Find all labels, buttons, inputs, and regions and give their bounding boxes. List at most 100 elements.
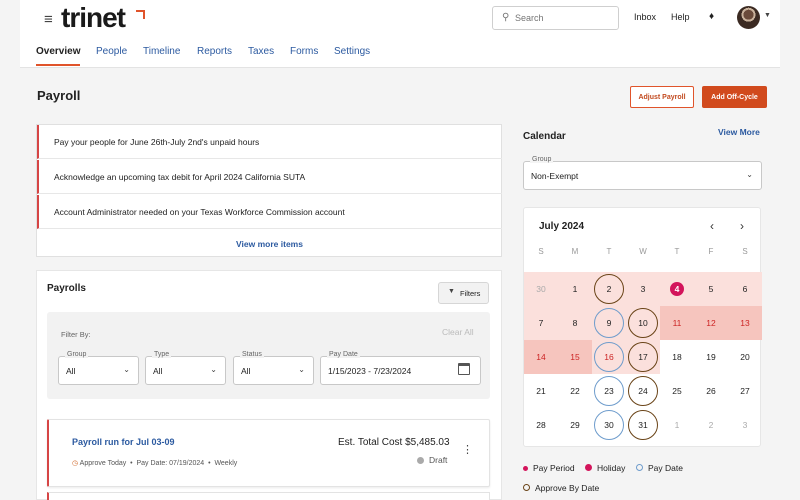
tab-reports[interactable]: Reports bbox=[197, 46, 232, 57]
calendar-day-number: 3 bbox=[640, 284, 646, 294]
calendar-day-cell[interactable]: 25 bbox=[660, 374, 694, 408]
calendar-day-cell[interactable]: 1 bbox=[660, 408, 694, 442]
calendar-day-cell[interactable]: 18 bbox=[660, 340, 694, 374]
calendar-day-cell[interactable]: 12 bbox=[694, 306, 728, 340]
search-box[interactable]: ⚲ bbox=[492, 6, 619, 30]
more-options-icon[interactable]: ⋮ bbox=[462, 445, 473, 456]
holiday-swatch bbox=[585, 464, 592, 471]
pay-date-value: 1/15/2023 - 7/23/2024 bbox=[328, 366, 412, 376]
chevron-right-icon[interactable]: › bbox=[740, 219, 744, 233]
weekday-label: W bbox=[639, 247, 647, 256]
calendar-day-cell[interactable]: 16 bbox=[592, 340, 626, 374]
group-select-label: Group bbox=[530, 156, 554, 163]
payroll-run-card[interactable]: Payroll run for Jul 03-09 ◷ Approve Toda… bbox=[47, 419, 490, 487]
legend-item: Approve By Date bbox=[523, 483, 599, 493]
calendar-day-cell[interactable]: 13 bbox=[728, 306, 762, 340]
bell-icon[interactable]: ♦ bbox=[709, 11, 714, 22]
active-tab-indicator bbox=[36, 64, 80, 66]
calendar-day-cell[interactable]: 8 bbox=[558, 306, 592, 340]
payroll-run-meta: ◷ Approve Today • Pay Date: 07/19/2024 •… bbox=[72, 460, 238, 467]
tab-taxes[interactable]: Taxes bbox=[248, 46, 274, 57]
filters-button[interactable]: ▼ Filters bbox=[438, 282, 489, 304]
add-off-cycle-button[interactable]: Add Off-Cycle bbox=[702, 86, 767, 108]
tab-timeline[interactable]: Timeline bbox=[143, 46, 180, 57]
calendar-day-number: 2 bbox=[606, 284, 612, 294]
alert-text: Pay your people for June 26th-July 2nd's… bbox=[54, 137, 260, 147]
inbox-link[interactable]: Inbox bbox=[634, 12, 656, 22]
calendar-day-cell[interactable]: 20 bbox=[728, 340, 762, 374]
chevron-down-icon: ⌄ bbox=[746, 170, 753, 179]
calendar-day-cell[interactable]: 17 bbox=[626, 340, 660, 374]
calendar-day-cell[interactable]: 3 bbox=[626, 272, 660, 306]
calendar-day-cell[interactable]: 11 bbox=[660, 306, 694, 340]
calendar-day-number: 18 bbox=[672, 352, 682, 362]
status-select[interactable]: Status All ⌄ bbox=[233, 351, 314, 385]
filter-by-label: Filter By: bbox=[61, 330, 91, 339]
trinet-logo[interactable]: trinet bbox=[61, 2, 126, 34]
tab-overview[interactable]: Overview bbox=[36, 46, 80, 57]
payroll-run-title[interactable]: Payroll run for Jul 03-09 bbox=[72, 437, 175, 447]
calendar-day-cell[interactable]: 10 bbox=[626, 306, 660, 340]
group-select[interactable]: Group All ⌄ bbox=[58, 351, 139, 385]
type-select[interactable]: Type All ⌄ bbox=[145, 351, 226, 385]
alert-item[interactable]: Account Administrator needed on your Tex… bbox=[37, 195, 502, 229]
calendar-day-cell[interactable]: 2 bbox=[592, 272, 626, 306]
payrolls-title: Payrolls bbox=[47, 283, 86, 294]
calendar-day-cell[interactable]: 22 bbox=[558, 374, 592, 408]
alert-item[interactable]: Pay your people for June 26th-July 2nd's… bbox=[37, 125, 502, 159]
avatar[interactable] bbox=[737, 6, 760, 29]
search-icon: ⚲ bbox=[502, 12, 510, 23]
help-link[interactable]: Help bbox=[671, 12, 690, 22]
calendar-view-more-link[interactable]: View More bbox=[718, 127, 760, 137]
chevron-down-icon[interactable]: ▼ bbox=[764, 12, 771, 19]
tab-forms[interactable]: Forms bbox=[290, 46, 318, 57]
calendar-day-cell[interactable]: 30 bbox=[524, 272, 558, 306]
pay-date-range-field[interactable]: Pay Date 1/15/2023 - 7/23/2024 bbox=[320, 351, 481, 385]
chevron-left-icon[interactable]: ‹ bbox=[710, 219, 714, 233]
calendar-day-cell[interactable]: 19 bbox=[694, 340, 728, 374]
search-input[interactable] bbox=[515, 10, 611, 26]
calendar-day-cell[interactable]: 24 bbox=[626, 374, 660, 408]
calendar-day-cell[interactable]: 5 bbox=[694, 272, 728, 306]
calendar-day-cell[interactable]: 26 bbox=[694, 374, 728, 408]
tab-settings[interactable]: Settings bbox=[334, 46, 370, 57]
tab-people[interactable]: People bbox=[96, 46, 127, 57]
calendar-day-cell[interactable]: 14 bbox=[524, 340, 558, 374]
calendar-group-select[interactable]: Group Non-Exempt ⌄ bbox=[523, 156, 762, 190]
calendar-day-number: 19 bbox=[706, 352, 716, 362]
calendar-day-cell[interactable]: 9 bbox=[592, 306, 626, 340]
calendar-day-cell[interactable]: 28 bbox=[524, 408, 558, 442]
view-more-items-link[interactable]: View more items bbox=[37, 239, 502, 249]
payroll-run-card[interactable] bbox=[47, 492, 490, 500]
clock-icon: ◷ bbox=[72, 460, 79, 467]
calendar-day-cell[interactable]: 31 bbox=[626, 408, 660, 442]
adjust-payroll-button[interactable]: Adjust Payroll bbox=[630, 86, 694, 108]
group-select-value: Non-Exempt bbox=[531, 171, 579, 181]
alert-item[interactable]: Acknowledge an upcoming tax debit for Ap… bbox=[37, 160, 502, 194]
calendar-day-cell[interactable]: 23 bbox=[592, 374, 626, 408]
calendar-day-cell[interactable]: 21 bbox=[524, 374, 558, 408]
calendar-day-cell[interactable]: 30 bbox=[592, 408, 626, 442]
logo-mark bbox=[136, 10, 145, 19]
menu-icon[interactable]: ≡ bbox=[44, 11, 53, 28]
calendar-day-cell[interactable]: 6 bbox=[728, 272, 762, 306]
alert-text: Acknowledge an upcoming tax debit for Ap… bbox=[54, 172, 306, 182]
calendar-day-cell[interactable]: 2 bbox=[694, 408, 728, 442]
calendar-day-cell[interactable]: 4 bbox=[660, 272, 694, 306]
calendar-day-cell[interactable]: 29 bbox=[558, 408, 592, 442]
calendar-day-cell[interactable]: 3 bbox=[728, 408, 762, 442]
calendar-day-cell[interactable]: 27 bbox=[728, 374, 762, 408]
calendar-day-number: 31 bbox=[638, 420, 648, 430]
calendar-day-cell[interactable]: 15 bbox=[558, 340, 592, 374]
clear-all-button[interactable]: Clear All bbox=[442, 327, 474, 337]
calendar-day-number: 22 bbox=[570, 386, 580, 396]
calendar-icon[interactable] bbox=[458, 363, 470, 375]
calendar-day-number: 24 bbox=[638, 386, 648, 396]
calendar-day-number: 26 bbox=[706, 386, 716, 396]
legend-label: Pay Date bbox=[648, 463, 683, 473]
pay-date-swatch bbox=[636, 464, 643, 471]
calendar-day-number: 11 bbox=[672, 318, 682, 328]
calendar-day-number: 3 bbox=[742, 420, 748, 430]
calendar-day-cell[interactable]: 7 bbox=[524, 306, 558, 340]
calendar-day-cell[interactable]: 1 bbox=[558, 272, 592, 306]
